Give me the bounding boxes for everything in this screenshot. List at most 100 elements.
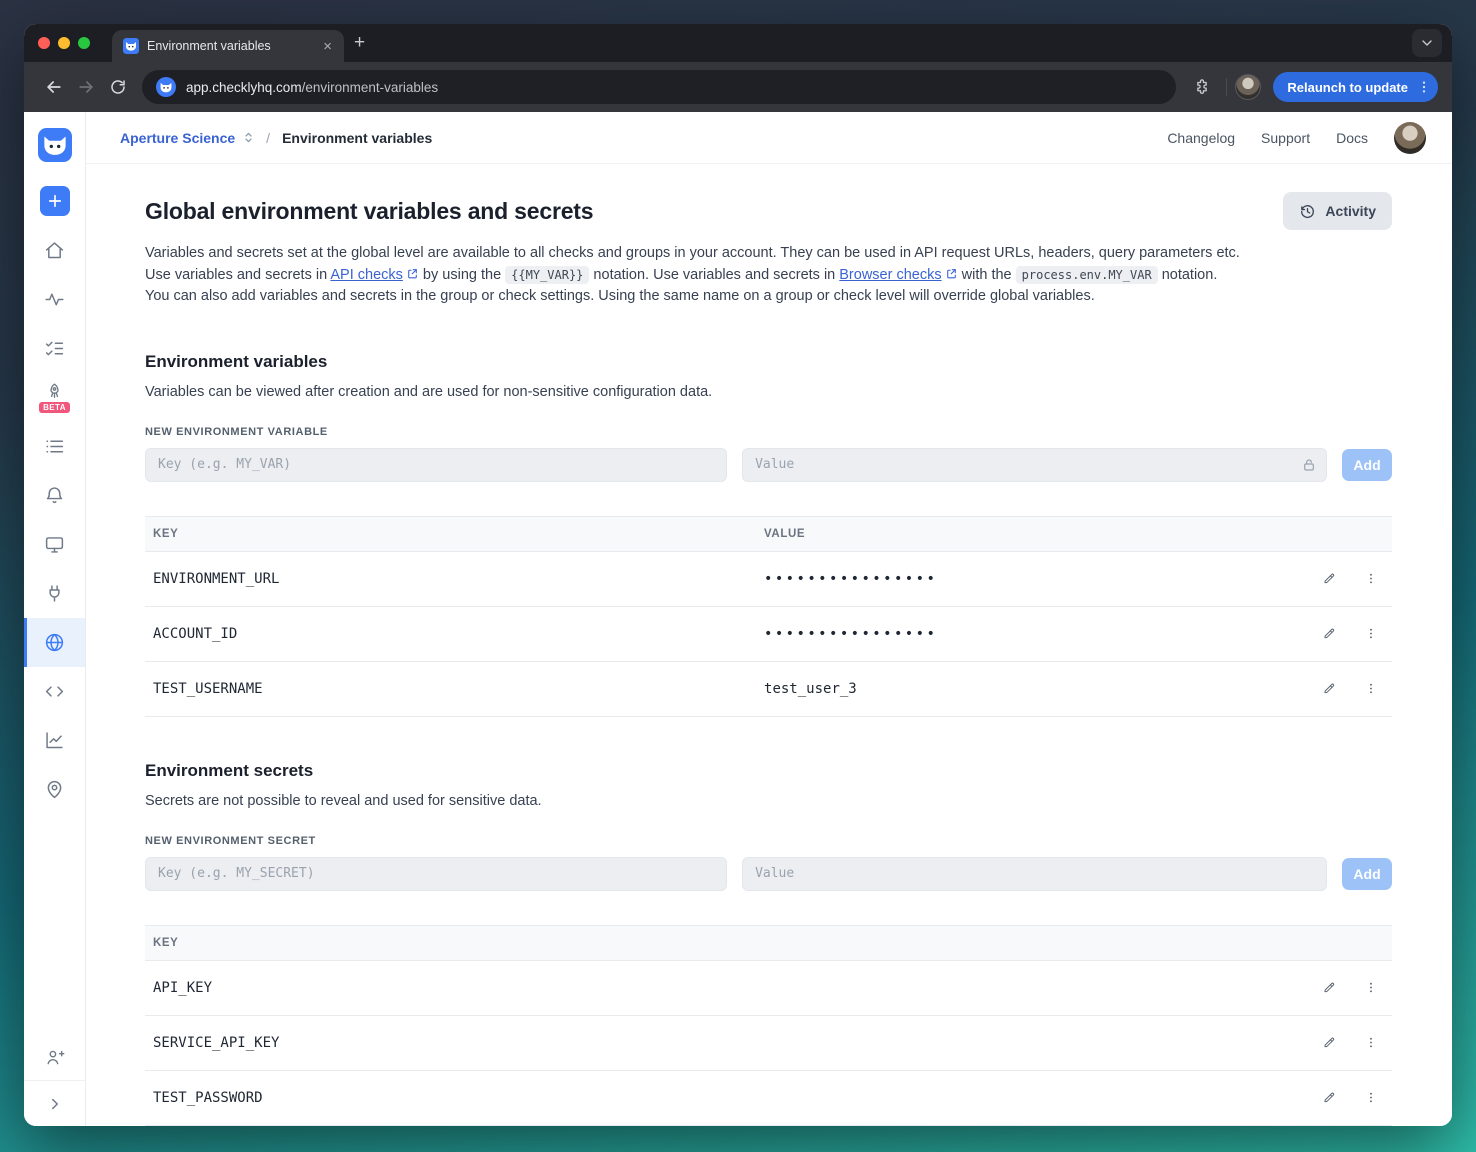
row-menu-button[interactable] <box>1358 566 1384 592</box>
toolbar-divider <box>1226 78 1228 96</box>
table-row: ENVIRONMENT_URL •••••••••••••••• <box>145 551 1392 607</box>
new-tab-button[interactable]: + <box>344 32 375 54</box>
relaunch-label: Relaunch to update <box>1287 79 1408 95</box>
code-process-env: process.env.MY_VAR <box>1015 265 1158 284</box>
browser-tab[interactable]: Environment variables × <box>112 30 344 62</box>
create-new-button[interactable] <box>39 186 70 216</box>
app-main: Aperture Science / Environment variables… <box>86 112 1452 1126</box>
sidebar-item-environment-variables[interactable] <box>24 618 85 667</box>
reload-button[interactable] <box>102 71 134 103</box>
table-row: TEST_USERNAME test_user_3 <box>145 661 1392 717</box>
plus-icon <box>46 192 64 210</box>
secrets-description: Secrets are not possible to reveal and u… <box>145 792 542 809</box>
sidebar-item-integrations[interactable] <box>24 569 85 618</box>
list-checks-icon <box>44 338 65 359</box>
pulse-icon <box>44 289 65 310</box>
checkly-favicon-icon <box>156 77 176 97</box>
app-header: Aperture Science / Environment variables… <box>86 112 1452 164</box>
support-link[interactable]: Support <box>1261 130 1310 146</box>
activity-button[interactable]: Activity <box>1283 192 1392 230</box>
secret-value-wrap <box>742 856 1328 891</box>
account-switcher[interactable]: Aperture Science <box>120 130 235 146</box>
user-avatar[interactable] <box>1394 121 1426 154</box>
variables-description: Variables can be viewed after creation a… <box>145 383 713 400</box>
docs-link[interactable]: Docs <box>1336 130 1368 146</box>
title-row: Global environment variables and secrets… <box>145 192 1392 230</box>
account-selector-icon[interactable] <box>241 130 256 145</box>
external-link-icon <box>406 267 419 280</box>
sidebar-item-alerts[interactable] <box>24 471 85 520</box>
browser-menu-icon[interactable] <box>1416 79 1432 95</box>
row-menu-button[interactable] <box>1358 1030 1384 1056</box>
edit-button[interactable] <box>1316 676 1342 702</box>
browser-window: Environment variables × + app.checklyhq.… <box>24 24 1452 1126</box>
row-menu-button[interactable] <box>1358 1085 1384 1111</box>
edit-button[interactable] <box>1316 1030 1342 1056</box>
secret-value-input[interactable] <box>742 856 1328 891</box>
chevron-right-icon <box>46 1095 64 1113</box>
minimize-window-button[interactable] <box>58 37 70 49</box>
sidebar-item-home[interactable] <box>24 226 85 275</box>
sidebar-item-dashboards[interactable] <box>24 520 85 569</box>
sidebar-item-private-locations[interactable] <box>24 765 85 814</box>
breadcrumb-current: Environment variables <box>282 129 433 146</box>
column-actions <box>1306 515 1392 552</box>
add-user-icon <box>45 1047 65 1067</box>
url-host: app.checklyhq.com <box>186 79 302 95</box>
monitor-icon <box>44 534 65 555</box>
sidebar-item-activity[interactable] <box>24 275 85 324</box>
sidebar-expand-button[interactable] <box>24 1080 85 1126</box>
close-window-button[interactable] <box>38 37 50 49</box>
variable-value-masked: •••••••••••••••• <box>756 551 1306 607</box>
add-secret-button[interactable]: Add <box>1342 857 1392 890</box>
column-key: KEY <box>145 924 1306 961</box>
back-button[interactable] <box>38 71 70 103</box>
tab-title: Environment variables <box>147 39 271 53</box>
page-content: Global environment variables and secrets… <box>86 164 1452 1126</box>
tab-close-button[interactable]: × <box>319 37 336 56</box>
zoom-window-button[interactable] <box>78 37 90 49</box>
new-variable-label: NEW ENVIRONMENT VARIABLE <box>145 425 328 438</box>
url-bar[interactable]: app.checklyhq.com/environment-variables <box>142 70 1177 104</box>
history-clock-icon <box>1299 203 1316 220</box>
forward-button[interactable] <box>70 71 102 103</box>
variable-key-input[interactable] <box>145 447 728 482</box>
sidebar-item-snippets[interactable] <box>24 667 85 716</box>
variables-table: KEY VALUE ENVIRONMENT_URL ••••••••••••••… <box>145 515 1392 717</box>
sidebar-item-checks[interactable] <box>24 324 85 373</box>
intro-text: with the <box>957 266 1016 283</box>
line-chart-icon <box>44 730 65 751</box>
changelog-link[interactable]: Changelog <box>1167 130 1235 146</box>
row-menu-button[interactable] <box>1358 621 1384 647</box>
tab-search-button[interactable] <box>1412 29 1442 57</box>
sidebar-item-logs[interactable] <box>24 422 85 471</box>
variable-value-input[interactable] <box>742 447 1328 482</box>
secrets-table-header: KEY <box>145 924 1392 961</box>
plug-icon <box>44 583 65 604</box>
variables-table-header: KEY VALUE <box>145 515 1392 552</box>
edit-button[interactable] <box>1316 566 1342 592</box>
secret-key-input[interactable] <box>145 856 728 891</box>
checkly-logo[interactable] <box>37 128 72 162</box>
row-menu-button[interactable] <box>1358 975 1384 1001</box>
secrets-heading: Environment secrets <box>145 760 314 780</box>
relaunch-button[interactable]: Relaunch to update <box>1273 72 1438 102</box>
sidebar-item-analytics[interactable] <box>24 716 85 765</box>
page-title: Global environment variables and secrets <box>145 197 594 224</box>
edit-button[interactable] <box>1316 975 1342 1001</box>
secret-key: TEST_PASSWORD <box>145 1070 1306 1126</box>
sidebar-item-invite-user[interactable] <box>24 1034 85 1080</box>
browser-toolbar: app.checklyhq.com/environment-variables … <box>24 62 1452 112</box>
row-menu-button[interactable] <box>1358 676 1384 702</box>
secret-key: SERVICE_API_KEY <box>145 1015 1306 1071</box>
api-checks-link[interactable]: API checks <box>330 267 403 283</box>
edit-button[interactable] <box>1316 621 1342 647</box>
table-row: API_KEY <box>145 960 1392 1016</box>
extensions-icon[interactable] <box>1186 71 1218 103</box>
edit-button[interactable] <box>1316 1085 1342 1111</box>
add-variable-button[interactable]: Add <box>1342 448 1392 481</box>
browser-checks-link[interactable]: Browser checks <box>839 267 941 283</box>
browser-profile-avatar[interactable] <box>1235 74 1262 100</box>
sidebar-item-rocket-beta[interactable]: BETA <box>24 373 85 422</box>
